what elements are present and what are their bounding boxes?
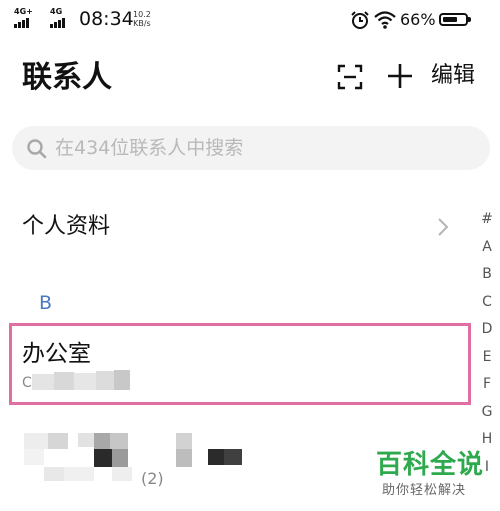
contact-number: (2) <box>141 469 164 488</box>
battery-icon <box>439 13 471 26</box>
index-letter[interactable]: C <box>474 289 500 317</box>
search-input[interactable] <box>55 134 475 162</box>
battery-fill <box>443 17 457 22</box>
signal-bars-icon <box>14 18 30 28</box>
edit-button[interactable]: 编辑 <box>431 62 475 90</box>
contacts-screen: 4G+ 4G 08:34 10.2 KB/s 66% 联系人 编辑 在434位联… <box>0 0 500 511</box>
search-icon <box>27 139 47 159</box>
chevron-right-icon <box>436 216 450 242</box>
network-speed-value: 10.2 <box>133 10 151 19</box>
profile-label: 个人资料 <box>22 214 111 239</box>
watermark-title: 百科全说 <box>376 450 485 480</box>
profile-row[interactable]: 个人资料 <box>0 200 470 256</box>
network-type-1: 4G+ <box>14 7 33 16</box>
alarm-icon <box>350 10 370 34</box>
page-title: 联系人 <box>22 60 112 95</box>
wifi-icon <box>373 10 397 34</box>
scan-icon[interactable] <box>337 64 363 90</box>
signal-bars-icon <box>50 18 66 28</box>
search-bar[interactable] <box>12 126 490 170</box>
battery-percent: 66% <box>400 10 436 29</box>
index-letter[interactable]: D <box>474 316 500 344</box>
index-letter[interactable]: F <box>474 371 500 399</box>
status-bar: 4G+ 4G 08:34 10.2 KB/s 66% <box>0 0 500 40</box>
network-speed-unit: KB/s <box>133 19 151 28</box>
clock: 08:34 <box>79 8 134 30</box>
contact-number: C <box>22 375 32 391</box>
watermark-subtitle: 助你轻松解决 <box>382 483 467 498</box>
network-speed: 10.2 KB/s <box>133 10 151 28</box>
section-header-b: B <box>39 292 53 314</box>
index-letter[interactable]: # <box>474 206 500 234</box>
index-letter[interactable]: B <box>474 261 500 289</box>
network-type-2: 4G <box>50 7 63 16</box>
index-letter[interactable]: A <box>474 234 500 262</box>
add-icon[interactable] <box>387 63 413 89</box>
contact-name: 办公室 <box>22 341 91 367</box>
index-letter[interactable]: G <box>474 399 500 427</box>
index-letter[interactable]: E <box>474 344 500 372</box>
alphabet-index[interactable]: # A B C D E F G H I <box>474 206 500 481</box>
